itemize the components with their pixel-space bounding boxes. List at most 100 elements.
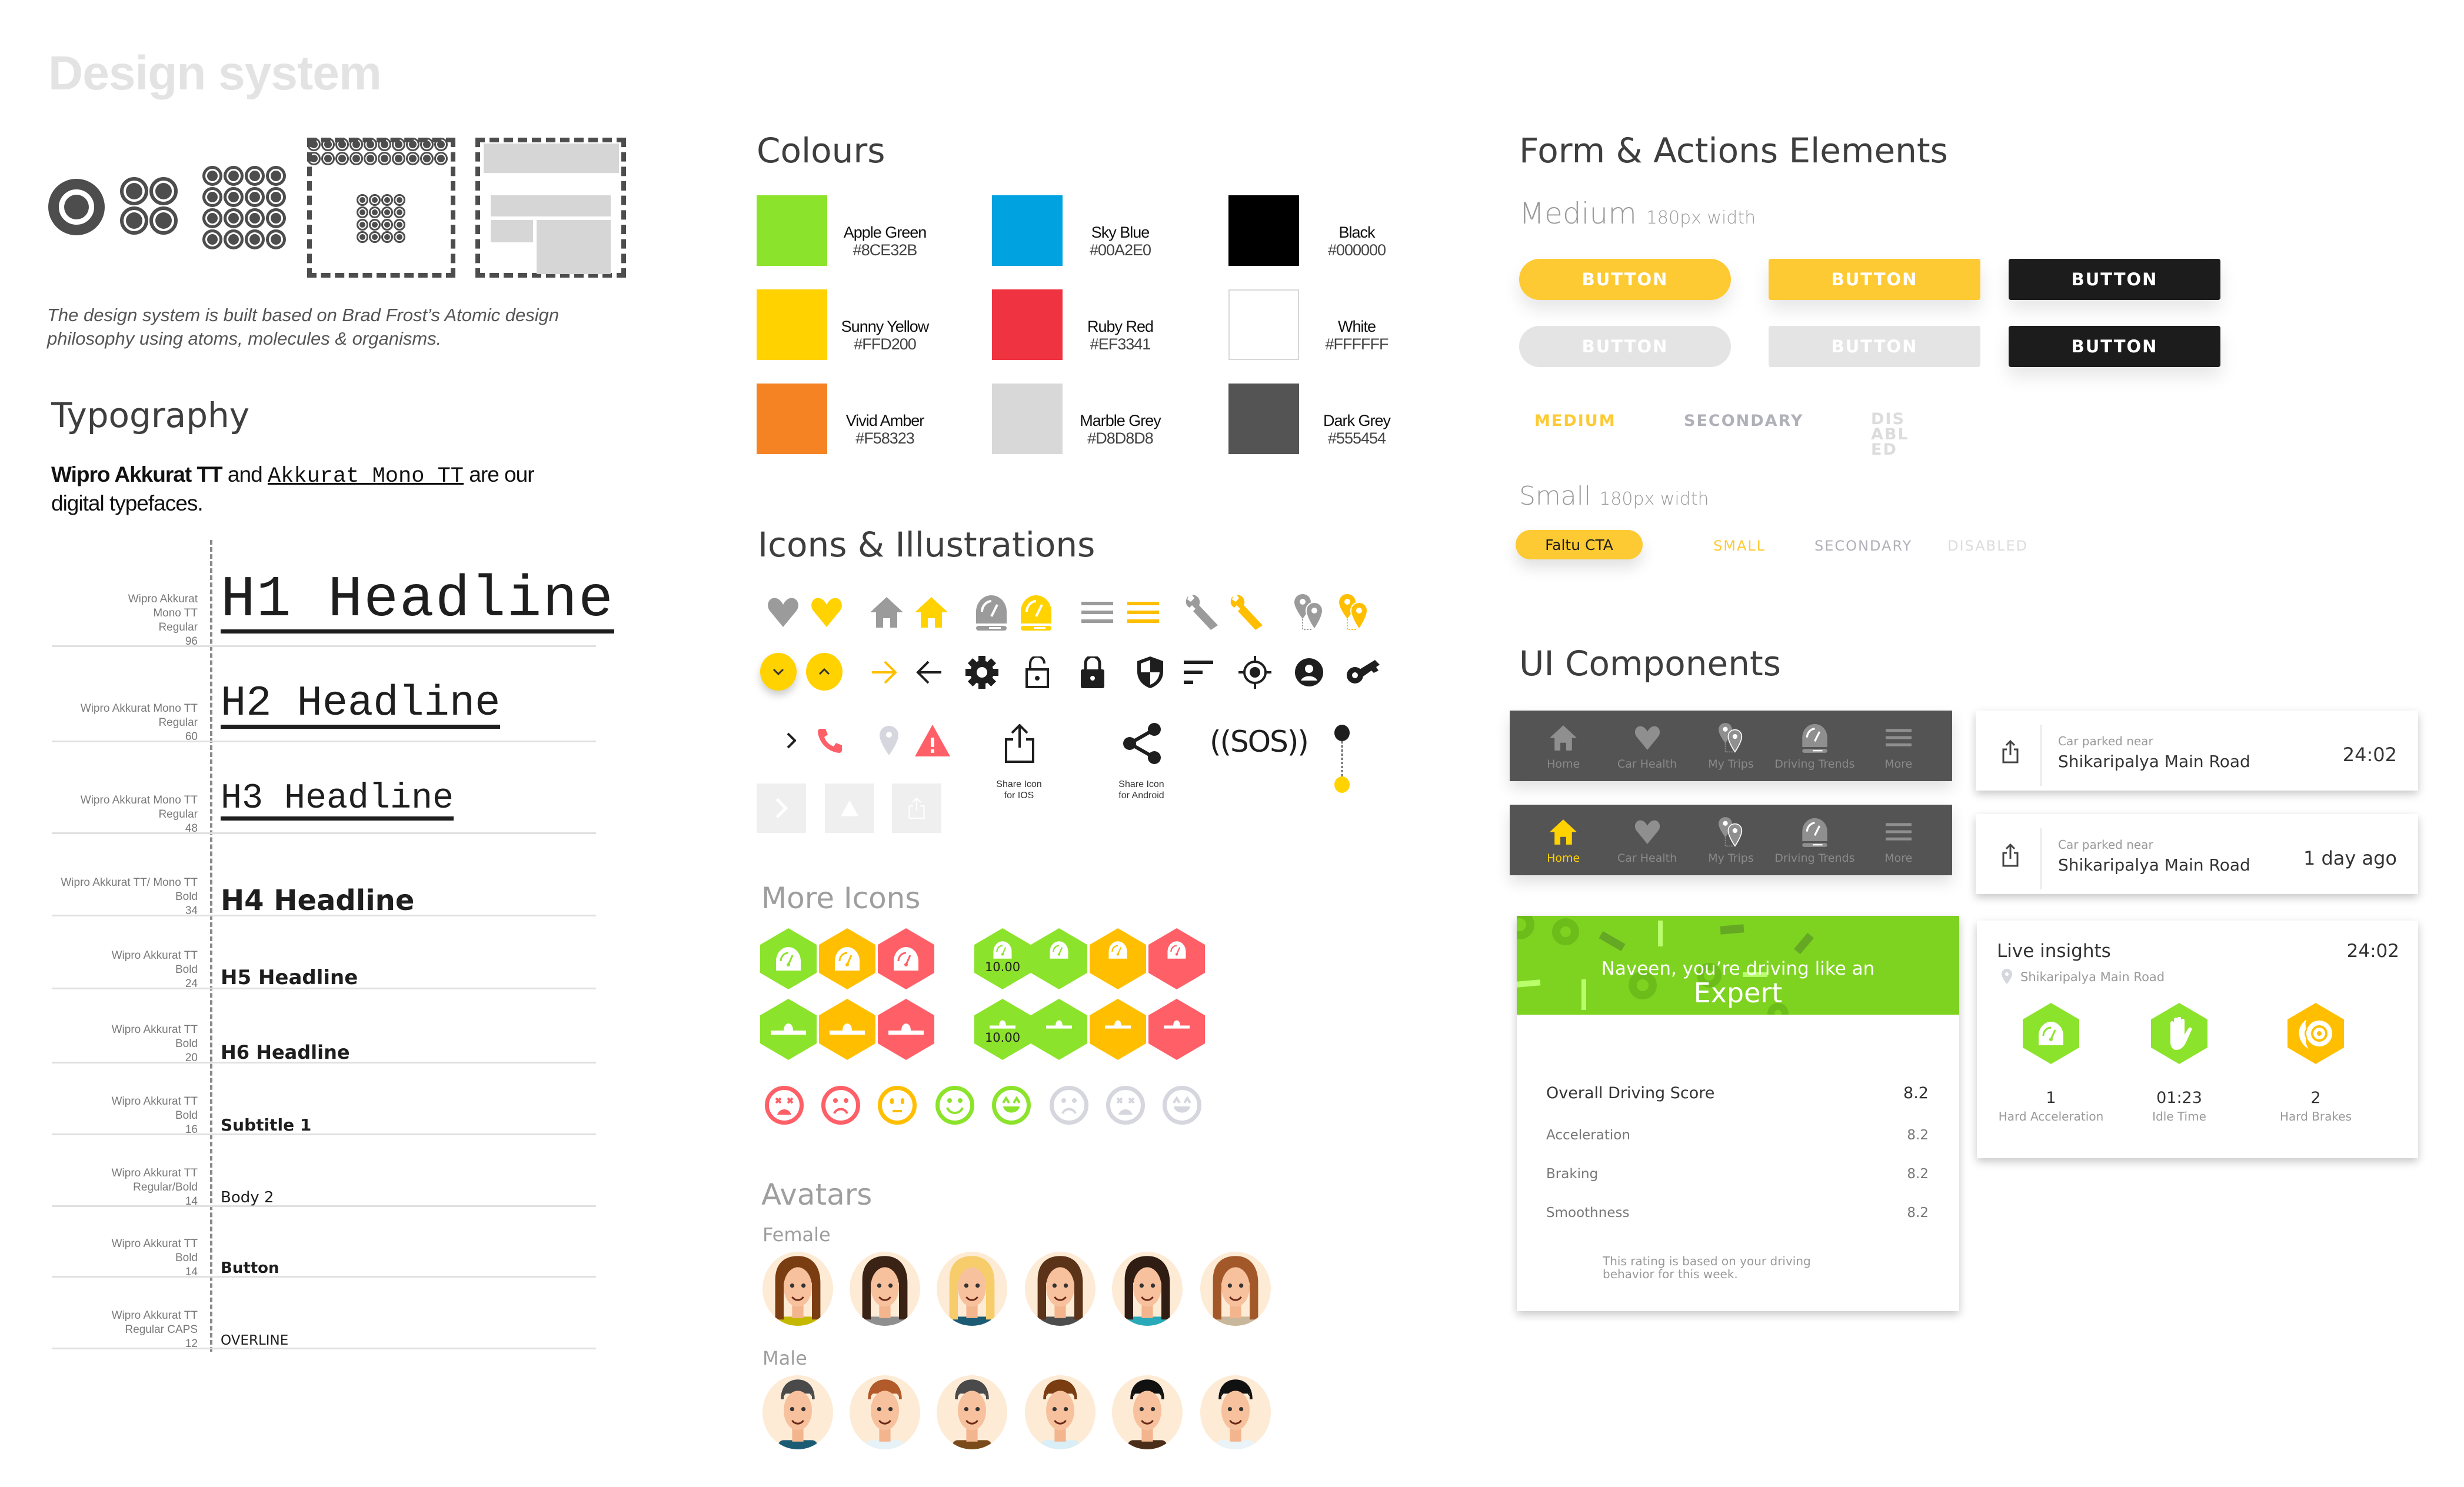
small-secondary-button[interactable]: SECONDARY [1814,538,1912,554]
key-icon[interactable] [1345,653,1384,692]
mood-face-icon [935,1086,974,1125]
parked-card[interactable]: Car parked near Shikaripalya Main Road 1… [1976,814,2418,894]
atom-core [437,155,445,162]
stat-label: Hard Brakes [2279,1109,2352,1123]
text-button-secondary[interactable]: SECONDARY [1684,412,1803,430]
atom-core [437,141,445,148]
male-avatar[interactable] [1112,1375,1183,1449]
text-button-disabled[interactable]: DISABLED [1871,411,1918,458]
tab-more[interactable]: More [1857,721,1940,771]
tab-car-health[interactable]: Car Health [1606,815,1689,865]
score-label: Acceleration [1546,1128,1630,1143]
tab-car-health[interactable]: Car Health [1606,721,1689,771]
font-name-primary: Wipro Akkurat TT [51,462,223,486]
live-title: Live insights [1997,941,2111,962]
more-icon [1885,815,1912,848]
atom-core [271,213,281,224]
disabled-square-button[interactable]: BUTTON [1769,326,1980,367]
atom-cell [307,138,321,151]
parked-label: Car parked near [2058,838,2153,852]
male-avatar[interactable] [1200,1375,1271,1449]
female-avatar[interactable] [937,1252,1007,1326]
tab-home[interactable]: Home [1522,815,1604,865]
female-avatar[interactable] [1112,1252,1183,1326]
atom-core [409,155,417,162]
tab-home[interactable]: Home [1522,721,1604,771]
male-avatar[interactable] [850,1375,920,1449]
share-icon[interactable] [2002,739,2019,766]
live-stat: 1 Hard Acceleration [1992,1003,2110,1123]
atom-core [409,141,417,148]
chevron-down-fab-icon[interactable] [760,653,797,691]
type-spec-line: Mono TT [153,607,198,619]
stat-value: 2 [2310,1089,2321,1107]
type-spec-line: Wipro Akkurat TT [111,1309,198,1322]
primary-square-button[interactable]: BUTTON [1769,259,1980,300]
atom-core [271,171,281,181]
female-avatar[interactable] [1025,1252,1096,1326]
small-cta-button[interactable]: Faltu CTA [1516,530,1643,559]
idle-time-icon [2151,1003,2207,1064]
wrench-yellow-icon [1225,592,1266,633]
atom-core [352,155,360,162]
tab-driving-trends[interactable]: Driving Trends [1773,721,1856,771]
atom-core [310,141,318,148]
type-spec-line: Wipro Akkurat TT [111,1238,198,1250]
parked-road: Shikaripalya Main Road [2058,752,2250,771]
type-scale-row: Wipro Akkurat TT Bold 20 H6 Headline [52,989,596,1064]
tab-more[interactable]: More [1857,815,1940,865]
tab-driving-trends[interactable]: Driving Trends [1773,815,1856,865]
atom-core [395,155,402,162]
atom-core [249,234,260,245]
molecule-icon [120,177,178,235]
male-avatar[interactable] [1025,1375,1096,1449]
atom-core [397,197,402,203]
account-icon[interactable] [1290,653,1328,692]
text-button-medium[interactable]: MEDIUM [1534,412,1616,430]
atom-cell [420,138,434,151]
gear-icon[interactable] [963,653,1001,692]
arrow-left-icon[interactable] [910,653,948,692]
atom-core [384,209,390,215]
male-avatar[interactable] [937,1375,1007,1449]
dark-button[interactable]: BUTTON [2009,259,2220,300]
live-stat: 01:23 Idle Time [2120,1003,2238,1123]
dark-button-alt[interactable]: BUTTON [2009,326,2220,367]
type-sample: H5 Headline [221,966,358,989]
badge-value: 10.00 [984,1031,1021,1045]
parked-road: Shikaripalya Main Road [2058,855,2250,875]
lock-icon[interactable] [1073,653,1112,692]
small-text-button[interactable]: SMALL [1713,538,1766,554]
small-disabled-button[interactable]: DISABLED [1947,538,2028,554]
atom-cell [266,229,286,249]
atom-core [324,155,332,162]
atom-cell [224,187,244,207]
speed-badge-icon [819,928,875,989]
sort-icon[interactable] [1179,653,1218,692]
female-avatar[interactable] [762,1252,833,1326]
tab-my-trips[interactable]: My Trips [1690,721,1772,771]
gps-target-icon[interactable] [1236,653,1274,692]
chevron-up-fab-icon[interactable] [806,653,843,691]
female-avatar[interactable] [850,1252,920,1326]
heart-grey-icon [762,592,804,633]
driving-trends-icon [1800,721,1829,754]
shield-icon[interactable] [1131,653,1170,692]
score-label: Overall Driving Score [1546,1084,1715,1102]
tab-my-trips[interactable]: My Trips [1690,815,1772,865]
sos-icon: ((SOS)) [1210,725,1309,759]
colour-label: Apple Green #8CE32B [826,224,944,259]
share-icon[interactable] [2002,843,2019,870]
atom-core [228,213,239,224]
primary-pill-button[interactable]: BUTTON [1519,259,1731,300]
type-sample: H1 Headline [221,568,614,634]
unlock-icon[interactable] [1018,653,1057,692]
type-spec: Wipro Akkurat TT Regular CAPS 12 [112,1309,198,1351]
home-grey-icon [866,592,907,633]
parked-card[interactable]: Car parked near Shikaripalya Main Road 2… [1976,711,2418,791]
male-avatar[interactable] [762,1375,833,1449]
female-avatar[interactable] [1200,1252,1271,1326]
brake-badge-icon [1090,999,1146,1060]
arrow-right-icon[interactable] [865,653,904,692]
disabled-pill-button[interactable]: BUTTON [1519,326,1731,367]
